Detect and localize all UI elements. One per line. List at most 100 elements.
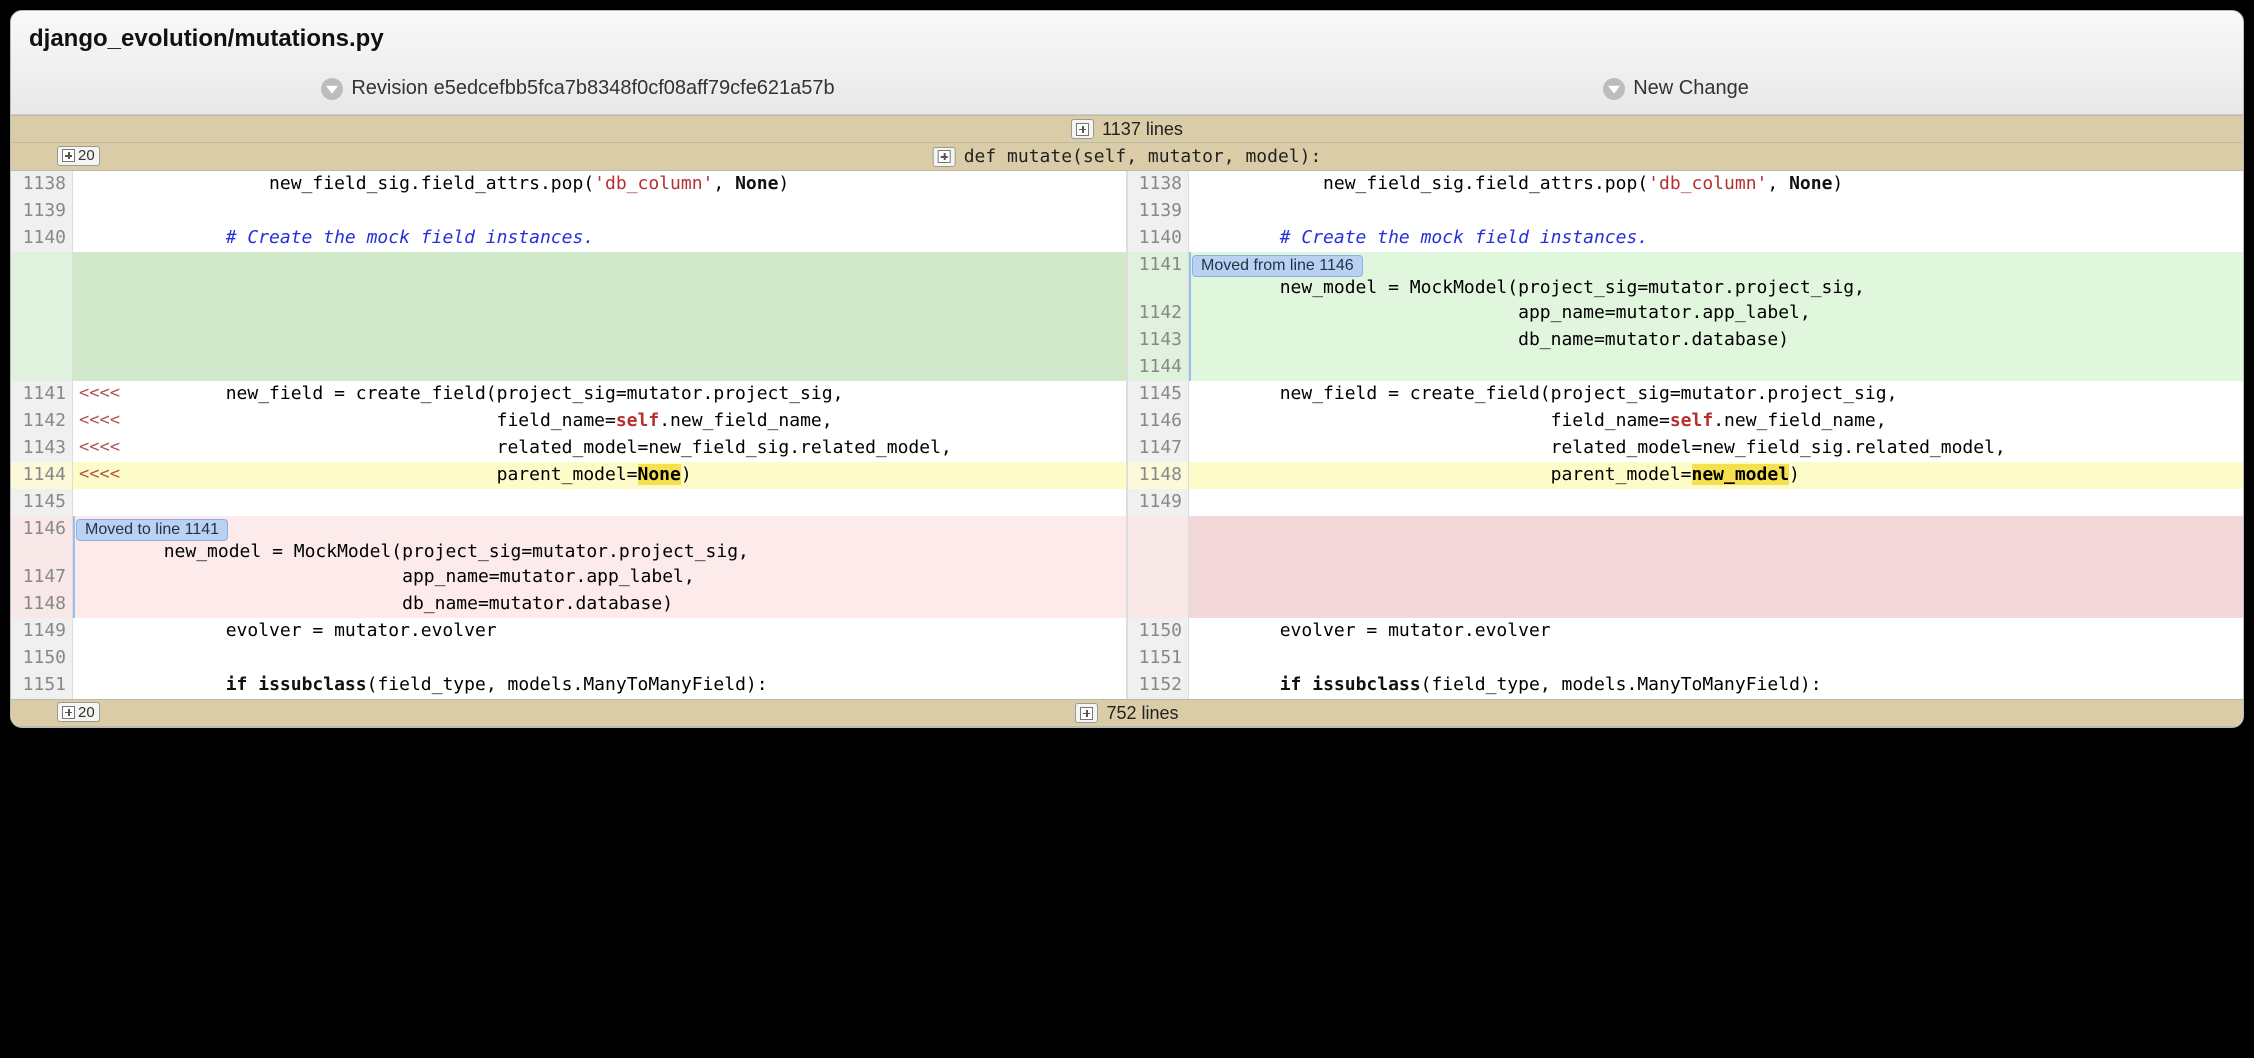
line-number: 1148 — [1127, 462, 1189, 489]
code-left: # Create the mock field instances. — [135, 225, 1126, 252]
plus-icon — [1080, 707, 1093, 720]
diff-row[interactable]: 1145 1149 — [11, 489, 2243, 516]
line-number: 1139 — [11, 198, 73, 225]
line-number: 1147 — [1127, 435, 1189, 462]
code-right — [1189, 489, 2243, 516]
diff-row[interactable]: 11501151 — [11, 645, 2243, 672]
move-stripe — [73, 591, 75, 618]
diff-row[interactable]: 1140 # Create the mock field instances.1… — [11, 225, 2243, 252]
code-left: related_model=new_field_sig.related_mode… — [135, 435, 1126, 462]
code-left: field_name=self.new_field_name, — [135, 408, 1126, 435]
diff-row[interactable]: 1148 db_name=mutator.database) — [11, 591, 2243, 618]
diff-row[interactable]: 1141Moved from line 1146 new_model = Moc… — [11, 252, 2243, 300]
plus-icon — [1076, 123, 1089, 136]
diff-row[interactable]: 1138 new_field_sig.field_attrs.pop('db_c… — [11, 171, 2243, 198]
move-gutter: <<<< — [73, 408, 135, 435]
move-gutter — [73, 225, 135, 252]
revision-left[interactable]: Revision e5edcefbb5fca7b8348f0cf08aff79c… — [29, 67, 1127, 114]
code-left — [135, 198, 1126, 225]
code-right: app_name=mutator.app_label, — [1189, 300, 2243, 327]
diff-row[interactable]: 1142 app_name=mutator.app_label, — [11, 300, 2243, 327]
move-gutter: <<<< — [73, 462, 135, 489]
expand-20-button[interactable]: 20 — [57, 702, 100, 722]
line-number: 1140 — [1127, 225, 1189, 252]
diff-row[interactable]: 1141<<<< new_field = create_field(projec… — [11, 381, 2243, 408]
move-gutter — [73, 198, 135, 225]
code-right: Moved from line 1146 new_model = MockMod… — [1189, 252, 2243, 300]
file-header: django_evolution/mutations.py Revision e… — [11, 11, 2243, 115]
line-number: 1148 — [11, 591, 73, 618]
collapse-bar-top: 1137 lines — [11, 115, 2243, 143]
line-number: 1144 — [11, 462, 73, 489]
diff-row[interactable]: 1146Moved to line 1141 new_model = MockM… — [11, 516, 2243, 564]
code-left: Moved to line 1141 new_model = MockModel… — [73, 516, 1126, 564]
line-number — [1127, 564, 1189, 591]
code-left: if issubclass(field_type, models.ManyToM… — [135, 672, 1126, 699]
line-number: 1138 — [1127, 171, 1189, 198]
diff-row[interactable]: 1142<<<< field_name=self.new_field_name,… — [11, 408, 2243, 435]
move-gutter — [73, 672, 135, 699]
line-number: 1146 — [11, 516, 73, 564]
code-right — [1189, 198, 2243, 225]
line-number: 1152 — [1127, 672, 1189, 699]
code-right: db_name=mutator.database) — [1189, 327, 2243, 354]
line-number: 1147 — [11, 564, 73, 591]
move-gutter — [73, 618, 135, 645]
line-number: 1141 — [11, 381, 73, 408]
line-number — [11, 252, 73, 300]
move-stripe — [1189, 252, 1191, 300]
diff-row[interactable]: 1144 — [11, 354, 2243, 381]
code-right: new_field = create_field(project_sig=mut… — [1189, 381, 2243, 408]
expand-function-button[interactable] — [933, 147, 956, 167]
diff-row[interactable]: 1147 app_name=mutator.app_label, — [11, 564, 2243, 591]
moved-from-flag[interactable]: Moved from line 1146 — [1192, 255, 1363, 277]
code-right: if issubclass(field_type, models.ManyToM… — [1189, 672, 2243, 699]
expand-lines-button[interactable] — [1075, 703, 1098, 723]
move-stripe — [73, 516, 75, 564]
move-gutter — [73, 489, 135, 516]
move-gutter: <<<< — [73, 435, 135, 462]
plus-icon — [938, 150, 951, 163]
diff-row[interactable]: 1149 evolver = mutator.evolver1150 evolv… — [11, 618, 2243, 645]
line-number — [1127, 516, 1189, 564]
code-right — [1189, 354, 2243, 381]
expand-20-button[interactable]: 20 — [57, 146, 100, 166]
download-icon — [321, 78, 343, 100]
revision-left-label: Revision e5edcefbb5fca7b8348f0cf08aff79c… — [351, 77, 834, 100]
code-right: new_field_sig.field_attrs.pop('db_column… — [1189, 171, 2243, 198]
line-number: 1150 — [11, 645, 73, 672]
code-right: related_model=new_field_sig.related_mode… — [1189, 435, 2243, 462]
diff-row[interactable]: 1143<<<< related_model=new_field_sig.rel… — [11, 435, 2243, 462]
collapsed-lines-count: 752 lines — [1106, 703, 1178, 724]
expand-lines-button[interactable] — [1071, 119, 1094, 139]
moved-to-flag[interactable]: Moved to line 1141 — [76, 519, 228, 541]
code-right — [1189, 645, 2243, 672]
expand-20-label: 20 — [78, 147, 95, 164]
line-number: 1149 — [11, 618, 73, 645]
code-left — [135, 489, 1126, 516]
move-gutter: <<<< — [73, 381, 135, 408]
code-right: parent_model=new_model) — [1189, 462, 2243, 489]
move-stripe — [1189, 354, 1191, 381]
diff-row[interactable]: 11391139 — [11, 198, 2243, 225]
function-header-bar: 20 def mutate(self, mutator, model): — [11, 143, 2243, 171]
download-icon — [1603, 78, 1625, 100]
line-number: 1149 — [1127, 489, 1189, 516]
line-number: 1150 — [1127, 618, 1189, 645]
revision-right[interactable]: New Change — [1127, 67, 2225, 114]
diff-row[interactable]: 1151 if issubclass(field_type, models.Ma… — [11, 672, 2243, 699]
diff-row[interactable]: 1144<<<< parent_model=None)1148 parent_m… — [11, 462, 2243, 489]
code-left: db_name=mutator.database) — [73, 591, 1126, 618]
file-path: django_evolution/mutations.py — [29, 25, 2225, 67]
code-left: new_field_sig.field_attrs.pop('db_column… — [135, 171, 1126, 198]
line-number: 1138 — [11, 171, 73, 198]
code-left — [135, 645, 1126, 672]
line-number — [11, 300, 73, 327]
plus-icon — [62, 149, 75, 162]
code-right: # Create the mock field instances. — [1189, 225, 2243, 252]
expand-20-label: 20 — [78, 704, 95, 721]
diff-row[interactable]: 1143 db_name=mutator.database) — [11, 327, 2243, 354]
line-number: 1145 — [11, 489, 73, 516]
code-left: parent_model=None) — [135, 462, 1126, 489]
line-number: 1142 — [11, 408, 73, 435]
